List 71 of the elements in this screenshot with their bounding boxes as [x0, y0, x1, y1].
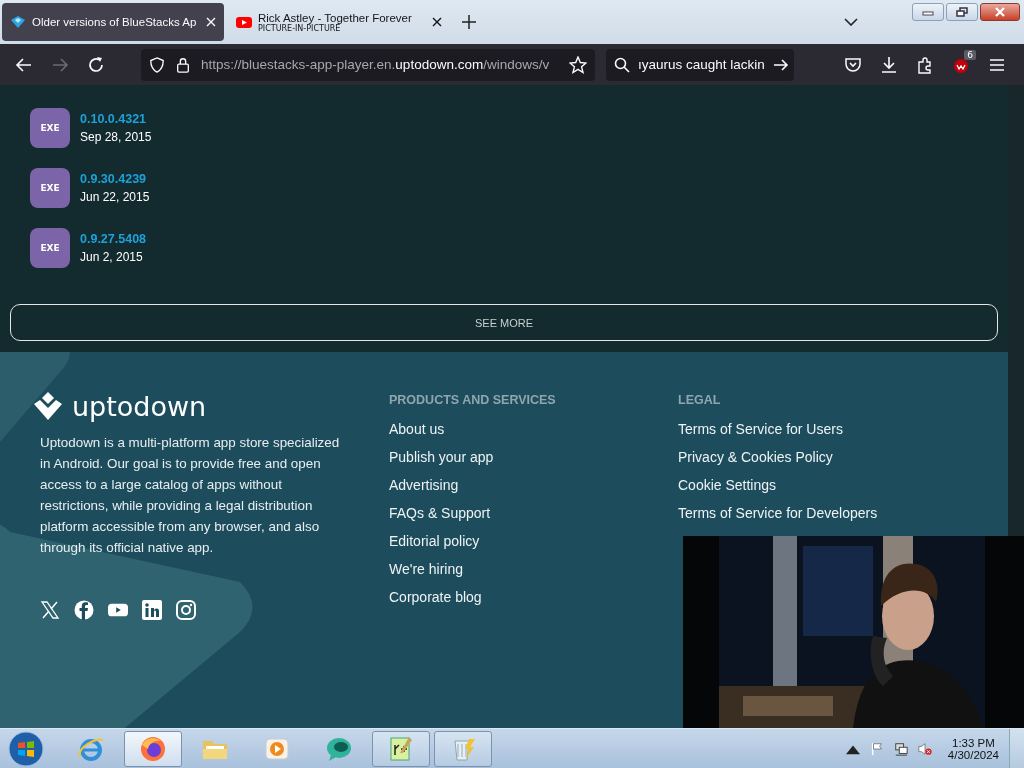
footer-link[interactable]: Cookie Settings — [678, 477, 1008, 505]
footer-link[interactable]: Privacy & Cookies Policy — [678, 449, 1008, 477]
footer-link[interactable]: Editorial policy — [389, 533, 678, 561]
logo-text: uptodown — [72, 390, 207, 422]
browser-tab[interactable]: Older versions of BlueStacks Ap — [2, 3, 224, 41]
taskbar-button[interactable] — [372, 730, 430, 767]
x-icon[interactable] — [40, 600, 60, 620]
play-icon — [236, 14, 252, 30]
minimize-button[interactable] — [912, 3, 944, 21]
restore-button[interactable] — [946, 3, 978, 21]
facebook-icon[interactable] — [74, 600, 94, 620]
taskbar-button[interactable] — [124, 730, 182, 767]
star-icon[interactable] — [569, 55, 587, 74]
logo-icon — [32, 390, 64, 422]
notepad-icon — [387, 734, 415, 763]
address-bar[interactable]: https://bluestacks-app-player.en.uptodown.com/windows/v — [141, 48, 595, 81]
file-type-icon: EXE — [30, 228, 70, 268]
puzzle-icon[interactable] — [916, 55, 934, 74]
plus-icon[interactable] — [462, 15, 476, 29]
notification-badge: 6 — [964, 49, 976, 60]
taskbar-button[interactable] — [434, 730, 492, 767]
footer-link[interactable]: FAQs & Support — [389, 505, 678, 533]
instagram-icon[interactable] — [176, 600, 196, 620]
footer-link[interactable]: About us — [389, 421, 678, 449]
close-icon[interactable] — [432, 17, 442, 27]
flag-icon[interactable] — [869, 741, 884, 756]
tab-title: Rick Astley - Together Forever — [258, 11, 413, 24]
search-icon — [614, 56, 630, 73]
scrollbar[interactable] — [1008, 85, 1024, 536]
arrow-down-icon — [10, 14, 26, 30]
see-more-button[interactable]: SEE MORE — [10, 304, 998, 341]
file-type-icon: EXE — [30, 108, 70, 148]
version-link[interactable]: 0.9.27.5408 — [80, 232, 147, 246]
lock-icon — [175, 56, 191, 73]
footer-link[interactable]: Corporate blog — [389, 589, 678, 617]
search-field[interactable]: ıyaurus caught lackin — [606, 48, 794, 81]
restore-icon — [956, 7, 968, 17]
column-heading: PRODUCTS AND SERVICES — [389, 393, 557, 407]
footer-link[interactable]: Publish your app — [389, 449, 678, 477]
footer-link[interactable]: Terms of Service for Developers — [678, 505, 1008, 533]
release-date: Sep 28, 2015 — [80, 130, 152, 144]
version-link[interactable]: 0.9.30.4239 — [80, 172, 150, 186]
tab-subtitle: PICTURE-IN-PICTURE — [258, 23, 341, 33]
version-link[interactable]: 0.10.0.4321 — [80, 112, 152, 126]
footer-link[interactable]: We're hiring — [389, 561, 678, 589]
speaker-muted-icon[interactable] — [917, 741, 932, 756]
reload-icon[interactable] — [87, 55, 105, 74]
linkedin-icon[interactable] — [142, 600, 162, 620]
arrow-right-icon[interactable] — [772, 56, 789, 73]
back-icon[interactable] — [15, 55, 33, 74]
close-icon — [994, 7, 1006, 17]
file-type-icon: EXE — [30, 168, 70, 208]
footer-link[interactable]: Terms of Service for Users — [678, 421, 1008, 449]
download-icon[interactable] — [880, 55, 898, 74]
footer-link[interactable]: Advertising — [389, 477, 678, 505]
search-text: ıyaurus caught lackin — [638, 57, 765, 72]
url-text: https://bluestacks-app-player.en.uptodown.com/windows/v — [201, 57, 551, 72]
pocket-icon[interactable] — [844, 55, 862, 74]
chevron-down-icon[interactable] — [844, 18, 858, 26]
clock-date[interactable]: 4/30/2024 — [947, 748, 999, 761]
column-heading: LEGAL — [678, 393, 722, 407]
close-window-button[interactable] — [980, 3, 1020, 21]
footer-description: Uptodown is a multi-platform app store specialized in Android. Our goal is to provide free and open access to a large catalog of apps without restrictions, while providing a legal distribution platform accessible from any browser, and also through its official native app. — [40, 434, 340, 557]
clock-time[interactable]: 1:33 PM — [952, 736, 995, 749]
release-date: Jun 22, 2015 — [80, 190, 150, 204]
network-icon[interactable] — [893, 741, 908, 756]
release-date: Jun 2, 2015 — [80, 250, 144, 264]
start-button[interactable] — [8, 730, 44, 767]
browser-tab[interactable]: Rick Astley - Together Forever PICTURE-IN-PICTURE — [228, 3, 450, 41]
browser-icon — [139, 734, 167, 763]
tab-title: Older versions of BlueStacks Ap — [32, 16, 198, 28]
